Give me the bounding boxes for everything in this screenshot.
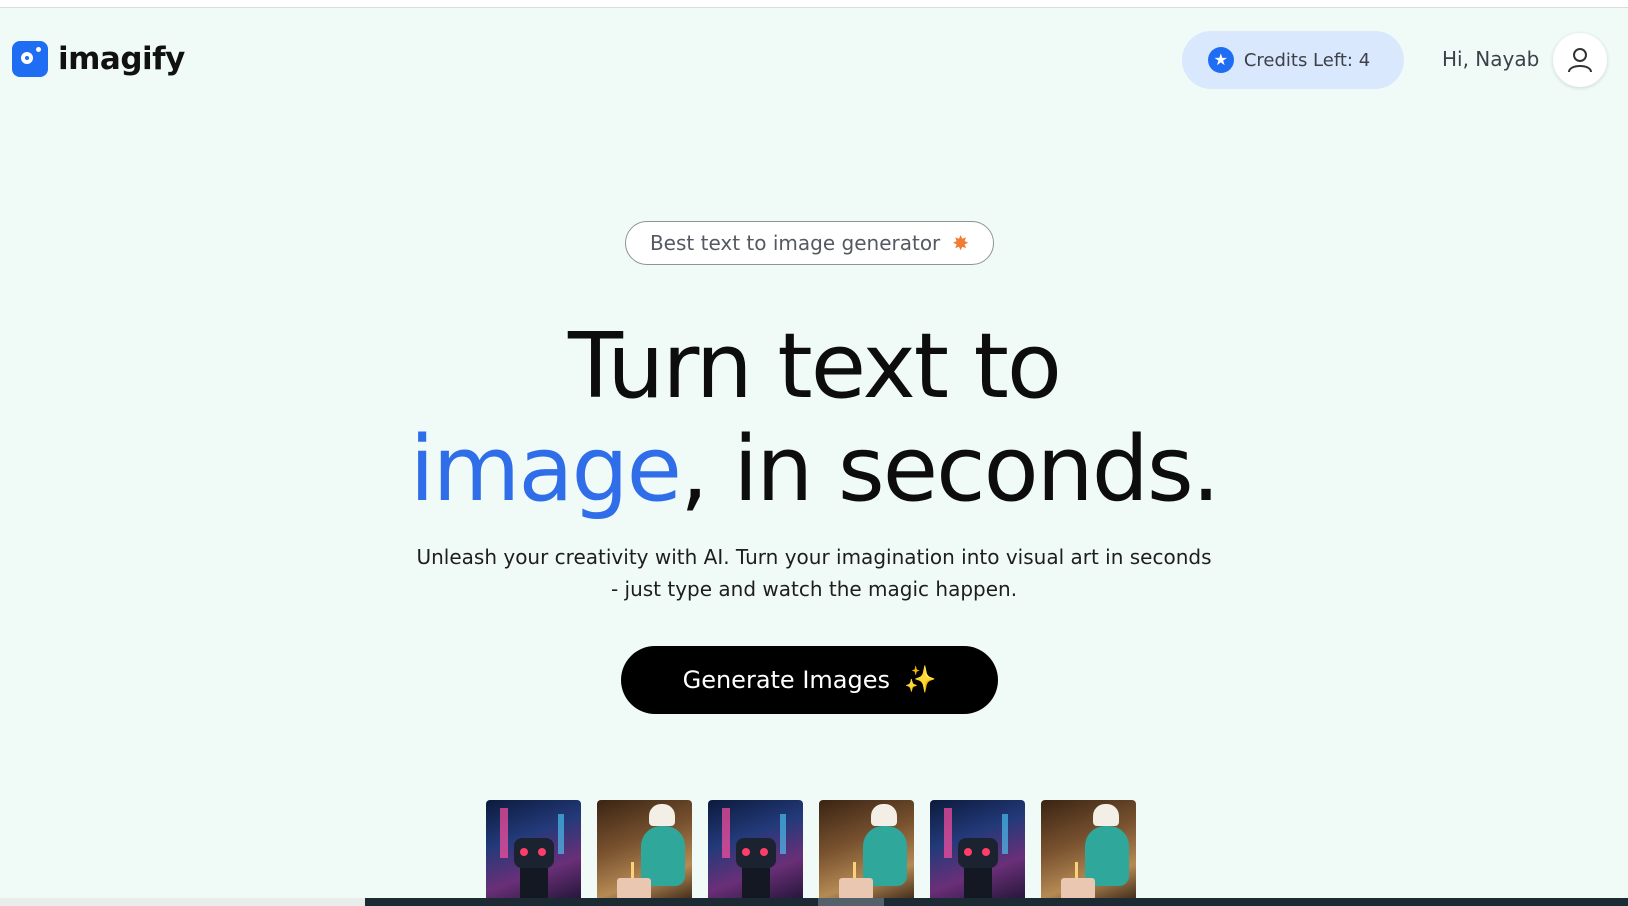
user-avatar[interactable]	[1553, 33, 1607, 87]
logo-text: imagify	[58, 41, 185, 77]
generate-images-button[interactable]: Generate Images ✨	[621, 646, 998, 714]
sample-image-monster[interactable]	[1041, 800, 1136, 906]
headline-rest: , in seconds.	[679, 417, 1220, 522]
sample-image-robot[interactable]	[930, 800, 1025, 906]
headline-line-2: image, in seconds.	[0, 425, 1628, 515]
sparkles-icon: ✨	[904, 665, 937, 695]
cta-label: Generate Images	[682, 666, 890, 694]
sample-gallery	[486, 800, 1136, 906]
credits-button[interactable]: ★ Credits Left: 4	[1182, 31, 1404, 89]
hero-subtitle: Unleash your creativity with AI. Turn yo…	[416, 545, 1212, 601]
star-icon: ★	[1207, 47, 1234, 73]
sample-image-robot[interactable]	[486, 800, 581, 906]
headline-accent: image	[409, 417, 682, 522]
badge-text: Best text to image generator	[649, 231, 941, 255]
imagify-logo-icon	[12, 41, 48, 77]
credits-label: Credits Left: 4	[1243, 49, 1371, 71]
sample-image-monster[interactable]	[597, 800, 692, 906]
tagline-badge: Best text to image generator ✸	[625, 221, 994, 265]
browser-top-edge	[0, 0, 1628, 8]
os-taskbar	[0, 898, 1628, 906]
logo[interactable]: imagify	[12, 41, 185, 77]
sample-image-robot[interactable]	[708, 800, 803, 906]
sample-image-monster[interactable]	[819, 800, 914, 906]
headline-line-1: Turn text to	[567, 314, 1062, 419]
star-burst-icon: ✸	[952, 231, 970, 255]
user-greeting: Hi, Nayab	[1442, 47, 1540, 71]
user-icon	[1568, 48, 1592, 73]
